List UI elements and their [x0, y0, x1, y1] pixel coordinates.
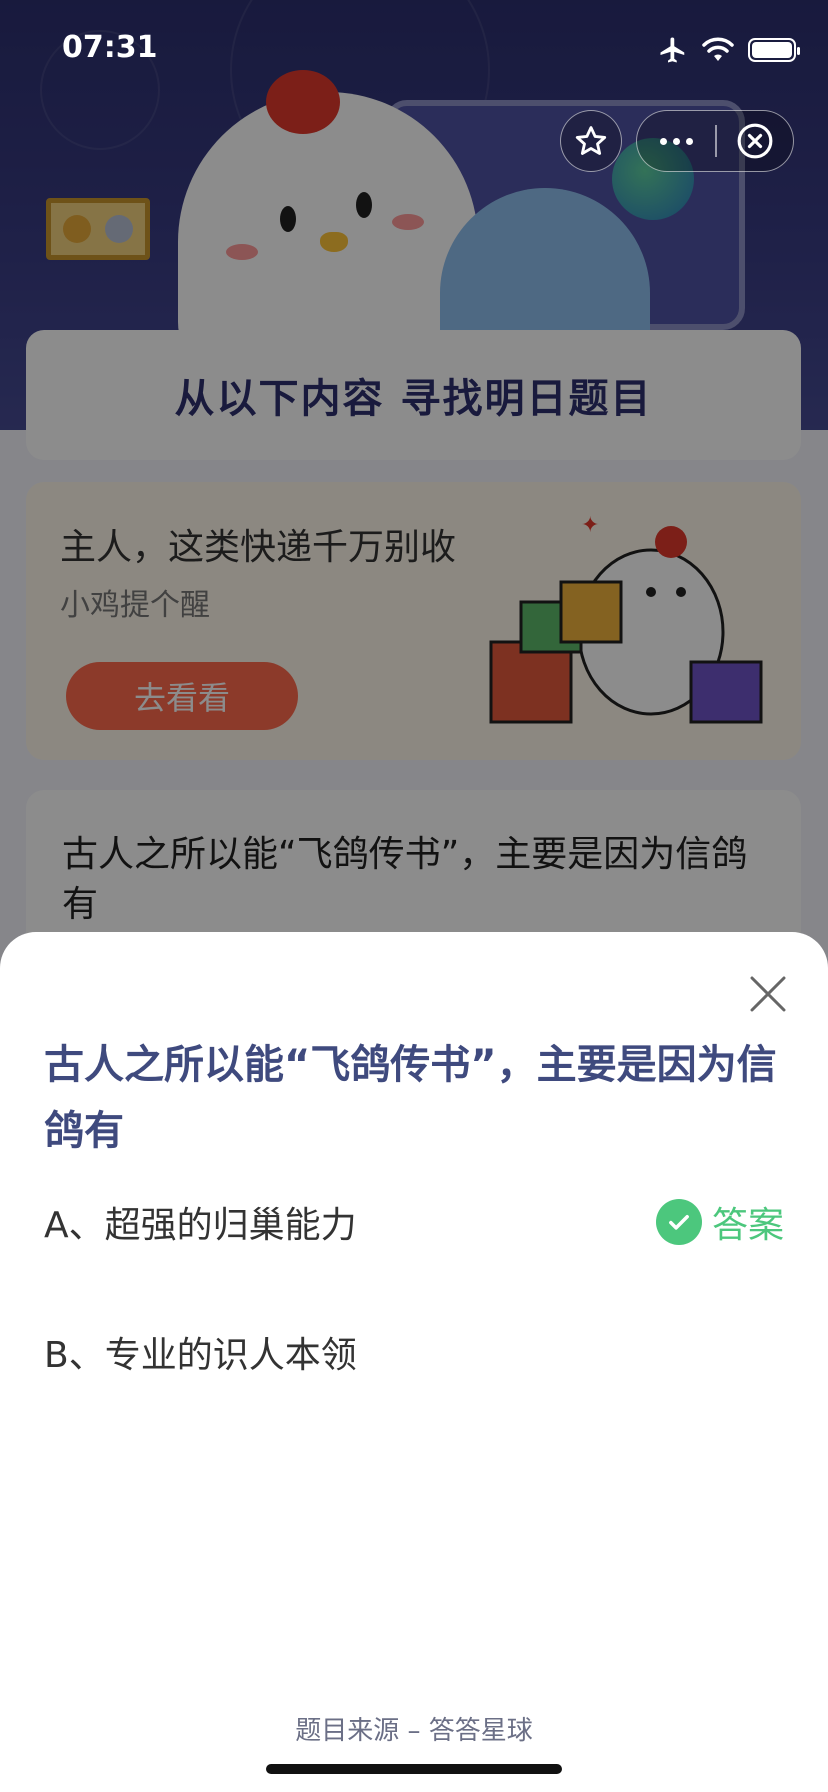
home-indicator[interactable]: [266, 1764, 562, 1774]
airplane-icon: [660, 37, 685, 63]
option-b[interactable]: B、专业的识人本领: [44, 1322, 784, 1382]
favorite-button[interactable]: [560, 110, 622, 172]
close-sheet-button[interactable]: [744, 970, 792, 1018]
exit-miniprogram-button[interactable]: [716, 111, 794, 171]
more-dot: [685, 137, 693, 145]
option-b-label: B、专业的识人本领: [44, 1335, 357, 1376]
option-a-label: A、超强的归巢能力: [44, 1205, 357, 1246]
miniprogram-capsule: [636, 110, 794, 172]
status-bar: 07:31: [0, 0, 828, 100]
answer-sheet: 古人之所以能“飞鸽传书”，主要是因为信鸽有 A、超强的归巢能力 答案 B、专业的…: [0, 932, 828, 1792]
battery-icon: [748, 38, 800, 62]
more-dot: [659, 137, 667, 145]
close-circle-icon: [737, 123, 773, 159]
more-dot: [672, 137, 680, 145]
status-icons: [658, 34, 800, 66]
wifi-icon: [702, 37, 734, 61]
star-icon: [575, 126, 607, 155]
check-icon: [655, 1199, 702, 1245]
more-button[interactable]: [637, 111, 715, 171]
question-source: 题目来源 – 答答星球: [295, 1716, 533, 1746]
option-a[interactable]: A、超强的归巢能力 答案: [44, 1192, 784, 1252]
answer-label: 答案: [711, 1205, 784, 1246]
correct-answer-tag: 答案: [655, 1192, 784, 1252]
status-time: 07:31: [62, 30, 158, 65]
sheet-question: 古人之所以能“飞鸽传书”，主要是因为信鸽有: [44, 1042, 777, 1154]
